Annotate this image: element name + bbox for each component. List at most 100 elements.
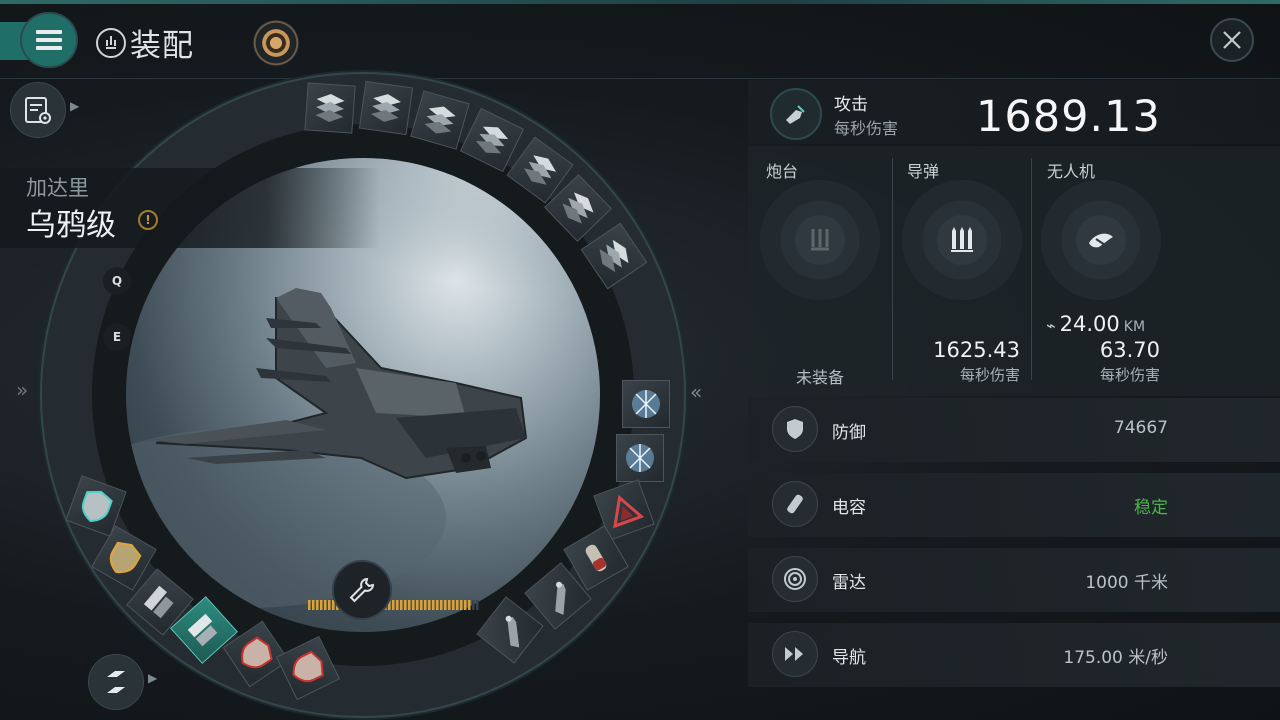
stat-label: 防御 [832, 423, 866, 443]
high-slot-1[interactable] [304, 82, 356, 134]
target-selector-icon[interactable] [253, 20, 299, 66]
high-slot-2[interactable] [358, 80, 414, 136]
radar-icon [772, 556, 818, 602]
capacitor-tick [472, 600, 475, 610]
close-icon [1223, 31, 1241, 49]
header-divider [0, 78, 1280, 79]
rig-button[interactable] [332, 560, 392, 620]
signal-icon: ⌁ [1046, 316, 1056, 335]
capacitor-tick [328, 600, 331, 610]
missile-title: 导弹 [907, 162, 940, 181]
capacitor-tick [312, 600, 315, 610]
capacitor-tick [464, 600, 467, 610]
stat-label: 电容 [832, 498, 866, 518]
swap-icon [107, 671, 125, 693]
capacitor-tick [396, 600, 399, 610]
stat-value: 1000 千米 [1085, 573, 1168, 593]
close-button[interactable] [1210, 18, 1254, 62]
capacitor-tick [456, 600, 459, 610]
capacitor-tick [428, 600, 431, 610]
capacitor-tick [420, 600, 423, 610]
attack-label: 攻击 [834, 95, 868, 115]
drone-range-value: 24.00 [1059, 312, 1120, 336]
page-header: 装配 [96, 20, 194, 65]
capacitor-tick [324, 600, 327, 610]
shield-extender-icon [109, 541, 142, 574]
capacitor-tick [476, 600, 479, 610]
drone-range: ⌁ 24.00 KM [1046, 312, 1145, 336]
expand-arrow-icon: ▶ [70, 99, 80, 113]
capacitor-icon [772, 481, 818, 527]
stat-value: 175.00 米/秒 [1063, 648, 1168, 668]
capacitor-tick [468, 600, 471, 610]
drone-icon [1089, 233, 1113, 248]
menu-button[interactable] [22, 14, 76, 66]
page-title: 装配 [130, 28, 194, 64]
capacitor-tick [460, 600, 463, 610]
right-chevron-icon[interactable]: « [690, 380, 702, 404]
cap-booster-icon [585, 544, 607, 572]
capacitor-tick [400, 600, 403, 610]
turret-slot[interactable] [760, 180, 880, 300]
wrench-icon [349, 577, 375, 603]
clipboard-gear-icon [25, 97, 51, 124]
attack-sub-label: 每秒伤害 [834, 119, 899, 138]
ship-name: 乌鸦级 [26, 208, 116, 243]
launcher-icon [424, 106, 456, 134]
left-chevron-icon[interactable]: » [16, 378, 28, 402]
capacitor-tick [408, 600, 411, 610]
drone-dps-sub: 每秒伤害 [1099, 366, 1160, 384]
capacitor-tick [448, 600, 451, 610]
capacitor-tick [320, 600, 323, 610]
drone-slot[interactable] [1041, 180, 1161, 300]
expand-arrow-icon: ▶ [148, 671, 158, 685]
saved-fittings-button[interactable] [10, 82, 66, 138]
mid-slot-2[interactable] [616, 434, 664, 482]
stat-row-navigation[interactable]: 导航 175.00 米/秒 [748, 623, 1280, 687]
stat-row-capacitor[interactable]: 电容 稳定 [748, 473, 1280, 537]
attack-dps-value: 1689.13 [976, 92, 1161, 142]
shield-extender-icon [81, 490, 113, 523]
capacitor-tick [440, 600, 443, 610]
hardener-icon [613, 494, 645, 529]
menu-icon [36, 30, 62, 50]
hotkey-e-button[interactable]: E [103, 323, 131, 351]
stat-label: 导航 [832, 648, 866, 668]
stat-label: 雷达 [832, 573, 866, 593]
attack-icon [770, 88, 822, 140]
stat-value: 74667 [1113, 418, 1168, 438]
capacitor-tick [452, 600, 455, 610]
launcher-icon [371, 94, 401, 122]
capacitor-tick [308, 600, 311, 610]
mid-slot-1[interactable] [622, 380, 670, 428]
armor-plate-icon [292, 650, 324, 683]
fitting-icon [96, 27, 126, 58]
launcher-icon [475, 126, 509, 154]
capacitor-tick [404, 600, 407, 610]
stat-row-defense[interactable]: 防御 74667 [748, 398, 1280, 462]
simulate-button[interactable] [88, 654, 144, 710]
armor-plate-icon [241, 636, 273, 669]
capacitor-tick [412, 600, 415, 610]
capacitor-tick [392, 600, 395, 610]
hotkey-q-button[interactable]: Q [103, 267, 131, 295]
ship-race: 加达里 [26, 176, 89, 200]
stat-row-radar[interactable]: 雷达 1000 千米 [748, 548, 1280, 612]
shield-booster-icon [626, 444, 654, 472]
capacitor-tick [436, 600, 439, 610]
shield-icon [772, 406, 818, 452]
turret-title: 炮台 [766, 162, 799, 181]
shield-booster-icon [632, 390, 660, 418]
top-accent-line [0, 0, 1280, 4]
warning-icon[interactable]: ! [138, 210, 158, 230]
capacitor-tick [416, 600, 419, 610]
missile-slot[interactable] [902, 180, 1022, 300]
column-divider [892, 158, 893, 380]
drone-range-unit: KM [1123, 319, 1146, 335]
capacitor-tick [424, 600, 427, 610]
capacitor-tick [316, 600, 319, 610]
missile-icon [951, 227, 973, 252]
drone-dps-value: 63.70 [1099, 338, 1160, 362]
missile-dps-value: 1625.43 [933, 338, 1020, 362]
capacitor-tick [444, 600, 447, 610]
